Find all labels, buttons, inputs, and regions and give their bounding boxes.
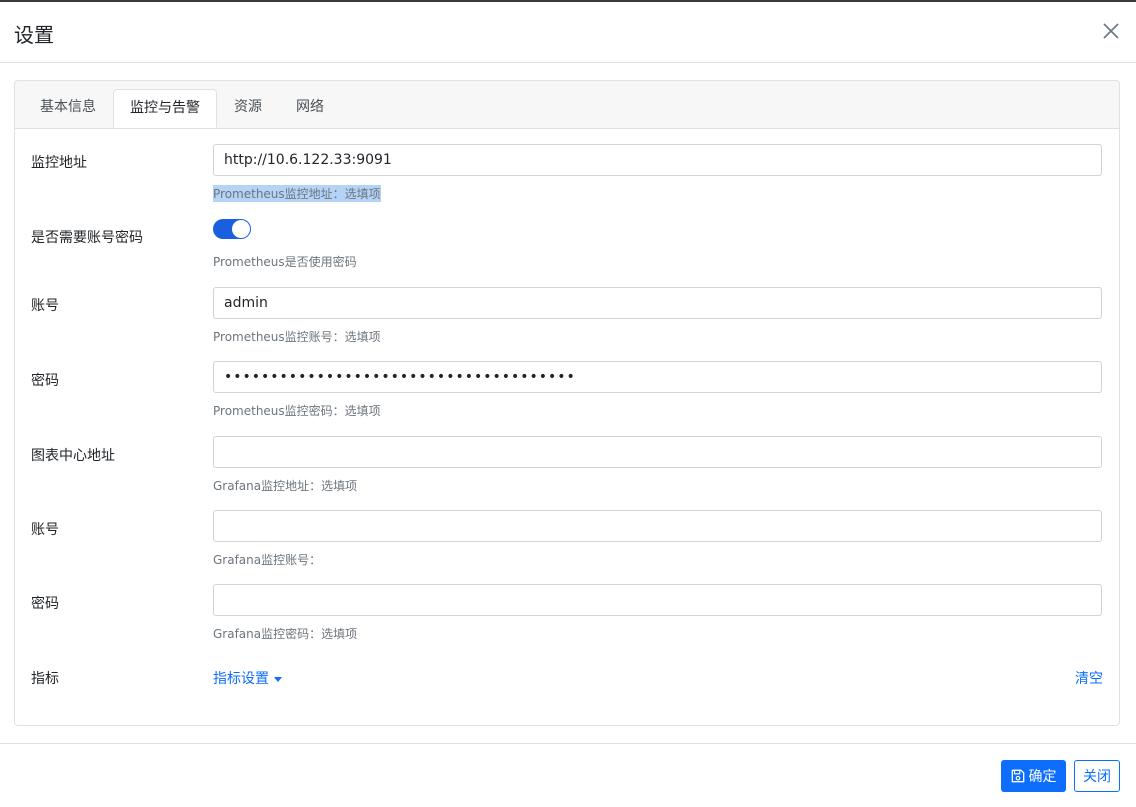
grafana-user-label: 账号	[31, 522, 59, 538]
tab-network[interactable]: 网络	[283, 89, 337, 128]
grafana-url-help: Grafana监控地址：选填项	[213, 479, 358, 493]
grafana-url-label: 图表中心地址	[31, 448, 115, 464]
save-icon	[1011, 769, 1024, 783]
prometheus-password-help: Prometheus监控密码：选填项	[213, 404, 381, 418]
prometheus-user-label: 账号	[31, 298, 59, 314]
metrics-settings-label: 指标设置	[213, 671, 269, 687]
confirm-label: 确定	[1028, 769, 1057, 785]
prometheus-url-label: 监控地址	[31, 155, 87, 171]
clear-metrics-link[interactable]: 清空	[1075, 668, 1103, 688]
prometheus-user-help: Prometheus监控账号：选填项	[213, 330, 381, 344]
tab-resources[interactable]: 资源	[221, 89, 275, 128]
caret-down-icon	[274, 676, 282, 682]
modal-footer: 确定 关闭	[0, 743, 1136, 807]
prometheus-password-input[interactable]	[213, 361, 1102, 393]
need-auth-label: 是否需要账号密码	[31, 230, 143, 246]
grafana-user-input[interactable]	[213, 510, 1102, 542]
confirm-button[interactable]: 确定	[1001, 760, 1066, 792]
toggle-knob	[232, 220, 250, 238]
tab-bar: 基本信息 监控与告警 资源 网络	[15, 81, 1119, 129]
close-button[interactable]: 关闭	[1074, 760, 1120, 792]
need-auth-help: Prometheus是否使用密码	[213, 255, 357, 269]
tab-monitoring-alerts[interactable]: 监控与告警	[113, 89, 217, 128]
grafana-password-input[interactable]	[213, 584, 1102, 616]
prometheus-user-input[interactable]: admin	[213, 287, 1102, 319]
modal-header: 设置	[0, 2, 1136, 63]
close-icon[interactable]	[1100, 20, 1122, 42]
metrics-settings-dropdown[interactable]: 指标设置	[213, 668, 282, 688]
grafana-url-input[interactable]	[213, 436, 1102, 468]
prometheus-url-help: Prometheus监控地址：选填项	[213, 185, 381, 202]
modal-title: 设置	[14, 23, 54, 47]
grafana-user-help: Grafana监控账号：	[213, 553, 322, 567]
need-auth-toggle[interactable]	[213, 219, 251, 239]
prometheus-url-input[interactable]: http://10.6.122.33:9091	[213, 144, 1102, 176]
settings-card: 基本信息 监控与告警 资源 网络 监控地址 http://10.6.122.33…	[14, 80, 1120, 726]
prometheus-password-label: 密码	[31, 373, 59, 389]
grafana-password-help: Grafana监控密码：选填项	[213, 627, 358, 641]
tab-basic-info[interactable]: 基本信息	[24, 89, 112, 128]
metrics-label: 指标	[31, 671, 59, 687]
grafana-password-label: 密码	[31, 596, 59, 612]
